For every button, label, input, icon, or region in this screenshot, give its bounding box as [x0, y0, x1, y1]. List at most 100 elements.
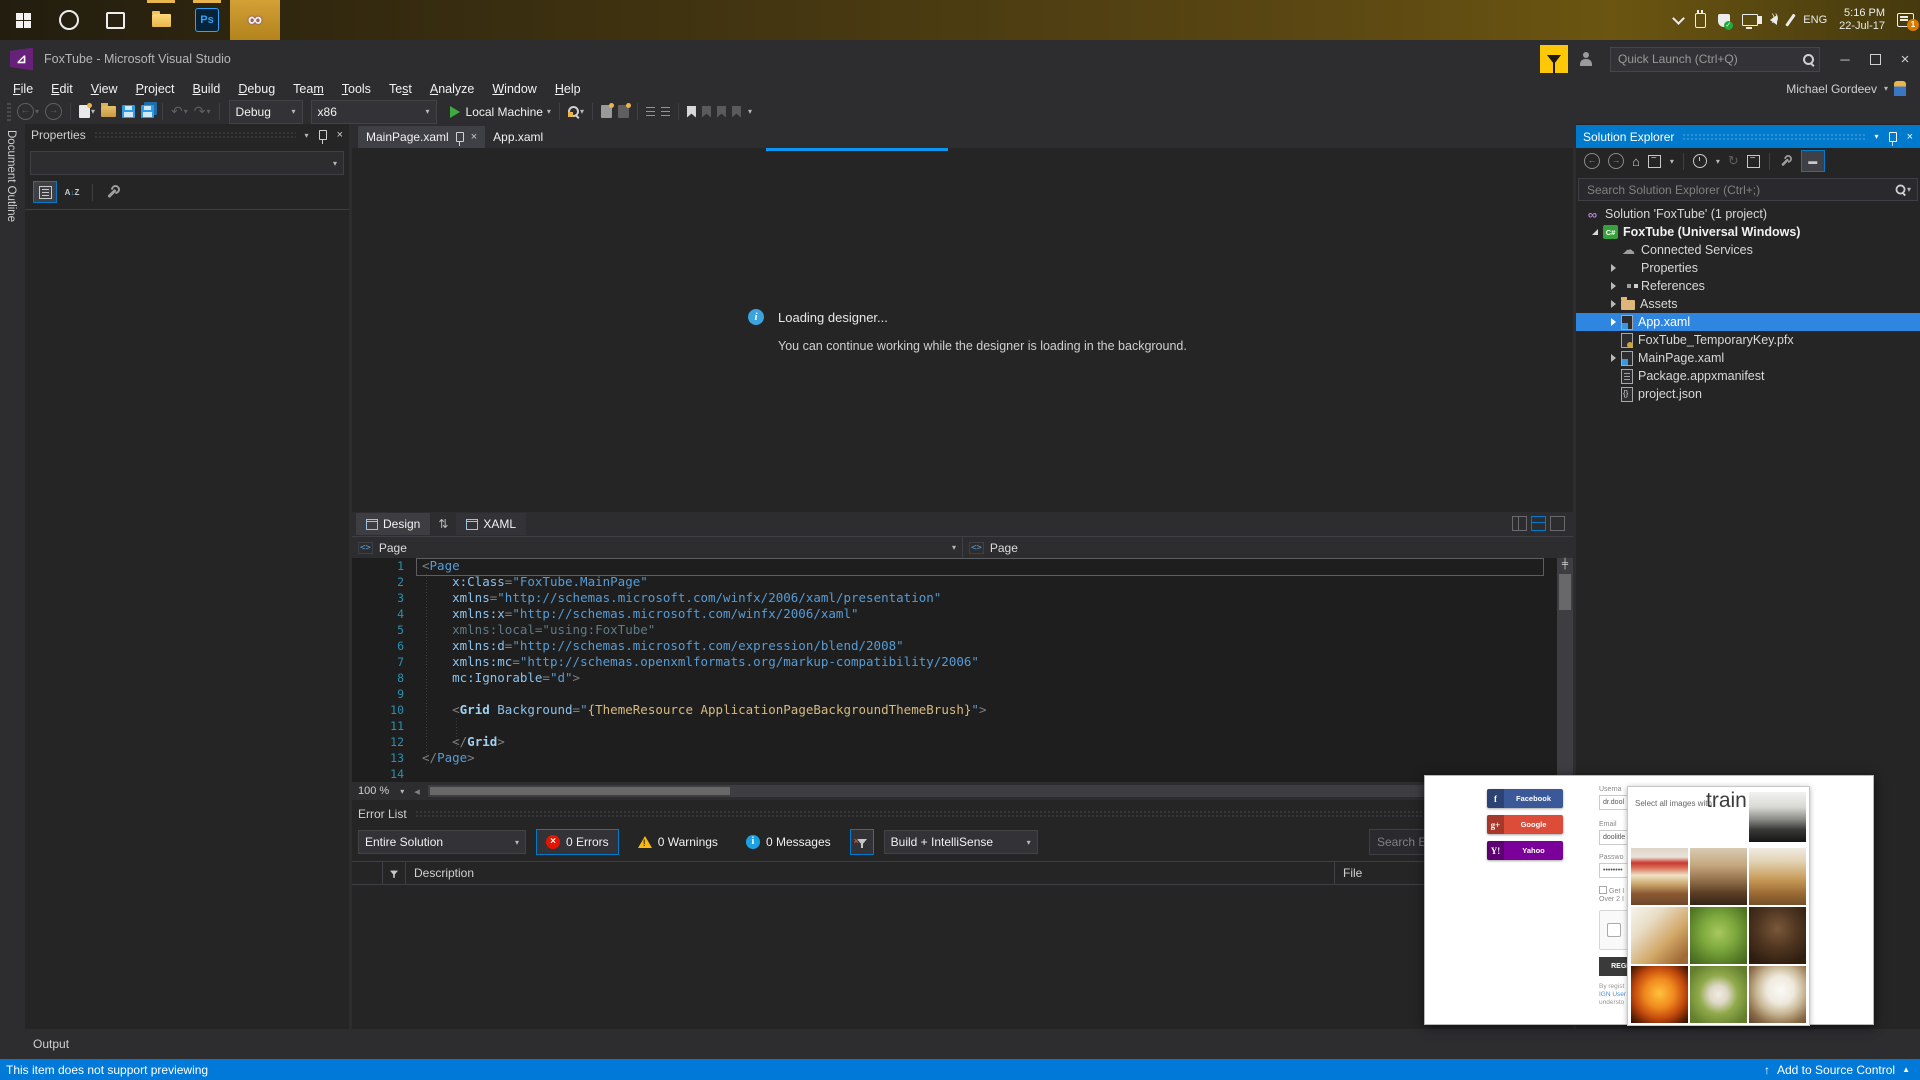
horizontal-scrollbar[interactable]: [427, 785, 1557, 797]
find-in-files-button[interactable]: ▾: [565, 101, 587, 123]
menu-test[interactable]: Test: [380, 80, 421, 98]
breadcrumb-left[interactable]: <> Page ▾: [352, 537, 962, 558]
pin-icon[interactable]: [455, 132, 464, 146]
toolbar-overflow[interactable]: ▾: [748, 107, 752, 116]
intellisense-filter-button[interactable]: [849, 829, 874, 855]
pin-icon[interactable]: [1888, 131, 1897, 146]
window-position-menu-icon[interactable]: ▾: [305, 131, 309, 140]
menu-team[interactable]: Team: [284, 80, 333, 98]
description-column-header[interactable]: Description: [406, 866, 1334, 880]
code-line-5[interactable]: 5 xmlns:local="using:FoxTube": [352, 622, 1573, 638]
previous-bookmark-button[interactable]: [699, 101, 714, 123]
language-indicator[interactable]: ENG: [1803, 14, 1827, 26]
properties-header[interactable]: Properties ▾ ×: [25, 124, 349, 146]
restore-button[interactable]: [1860, 46, 1890, 72]
code-line-3[interactable]: 3 xmlns = "http://schemas.microsoft.com/wi…: [352, 590, 1573, 606]
alphabetical-sort-button[interactable]: A↓Z: [61, 182, 83, 202]
selected-object-dropdown[interactable]: ▾: [30, 151, 344, 175]
facebook-login-button[interactable]: f Facebook: [1487, 789, 1563, 808]
hidden-icons-chevron[interactable]: [1671, 11, 1685, 25]
properties-icon[interactable]: [1780, 155, 1792, 167]
solution-explorer-search-input[interactable]: [1585, 181, 1895, 198]
preview-selected-items-button[interactable]: ▬: [1800, 150, 1825, 172]
expand-arrow-icon[interactable]: [1606, 318, 1620, 326]
navigate-to-button[interactable]: [598, 101, 615, 123]
action-center-icon[interactable]: 1: [1897, 13, 1919, 31]
pen-icon[interactable]: [1785, 13, 1796, 27]
back-button[interactable]: ←: [1584, 153, 1600, 169]
tree-item-foxtube-temporarykey-pfx[interactable]: FoxTube_TemporaryKey.pfx: [1576, 331, 1920, 349]
scope-dropdown[interactable]: Entire Solution ▾: [358, 830, 526, 854]
document-outline-rail[interactable]: Document Outline: [0, 124, 26, 1029]
scrollbar-thumb[interactable]: [1559, 574, 1571, 610]
captcha-tile-breakfast-plate[interactable]: [1631, 907, 1688, 964]
photoshop-button[interactable]: Ps: [184, 0, 230, 40]
home-icon[interactable]: ⌂: [1632, 154, 1640, 169]
swap-panes-icon[interactable]: ⇅: [438, 517, 448, 531]
output-tab[interactable]: Output: [33, 1037, 69, 1051]
code-line-7[interactable]: 7 xmlns:mc = "http://schemas.openxmlformat…: [352, 654, 1573, 670]
clear-bookmarks-button[interactable]: [729, 101, 744, 123]
pending-filter-caret[interactable]: ▾: [1716, 157, 1720, 166]
document-outline-tab[interactable]: Document Outline: [5, 130, 17, 222]
tree-item-references[interactable]: References: [1576, 277, 1920, 295]
cortana-button[interactable]: [46, 0, 92, 40]
sync-with-active-document-icon[interactable]: ↻: [1728, 153, 1739, 169]
new-file-button[interactable]: ▾: [76, 101, 98, 123]
window-position-menu-icon[interactable]: ▾: [1875, 132, 1879, 141]
switch-views-icon[interactable]: [1647, 153, 1661, 168]
menu-file[interactable]: File: [4, 80, 42, 98]
horizontal-split-button[interactable]: [1531, 516, 1546, 531]
menu-project[interactable]: Project: [127, 80, 184, 98]
network-icon[interactable]: [1741, 14, 1758, 29]
tree-item-properties[interactable]: Properties: [1576, 259, 1920, 277]
decrease-indent-button[interactable]: [643, 101, 658, 123]
zoom-level-dropdown[interactable]: 100 % ▾: [358, 785, 404, 797]
yahoo-login-button[interactable]: Y! Yahoo: [1487, 841, 1563, 860]
messages-filter-button[interactable]: i 0 Messages: [737, 830, 840, 854]
expand-arrow-icon[interactable]: [1606, 300, 1620, 308]
warnings-filter-button[interactable]: 0 Warnings: [629, 830, 727, 854]
code-line-14[interactable]: 14: [352, 766, 1573, 782]
captcha-tile-salad[interactable]: [1690, 907, 1747, 964]
expand-arrow-icon[interactable]: [1606, 264, 1620, 272]
tree-item-mainpage-xaml[interactable]: MainPage.xaml: [1576, 349, 1920, 367]
xaml-code-editor[interactable]: 1 < Page 2 x:Class = "FoxTube.MainPage" 3 xmln…: [352, 558, 1573, 782]
pin-icon[interactable]: [318, 130, 327, 144]
usb-icon[interactable]: [1694, 9, 1706, 28]
menu-tools[interactable]: Tools: [333, 80, 380, 98]
code-line-8[interactable]: 8 mc:Ignorable = "d" >: [352, 670, 1573, 686]
checkbox[interactable]: [1599, 886, 1607, 894]
visual-studio-taskbar-button[interactable]: ∞: [230, 0, 280, 40]
start-debugging-button[interactable]: Local Machine ▾: [447, 101, 554, 123]
collapse-arrow-icon[interactable]: [1588, 229, 1602, 235]
tree-item-assets[interactable]: Assets: [1576, 295, 1920, 313]
captcha-tile-glowing-bowl[interactable]: [1631, 966, 1688, 1023]
menu-view[interactable]: View: [82, 80, 127, 98]
xaml-view-tab[interactable]: XAML: [456, 513, 527, 535]
tree-item-solution-foxtube-1-project[interactable]: Solution 'FoxTube' (1 project): [1576, 205, 1920, 223]
pip-video-overlay[interactable]: f Facebook g+ Google Y! Yahoo Userna dr.dool …: [1424, 775, 1874, 1026]
toolbar-grip[interactable]: [7, 102, 11, 121]
menu-window[interactable]: Window: [483, 80, 545, 98]
save-button[interactable]: [119, 101, 138, 123]
clock[interactable]: 5:16 PM 22-Jul-17: [1839, 7, 1885, 33]
minimize-button[interactable]: ─: [1830, 46, 1860, 72]
code-line-10[interactable]: 10 < Grid Background = " {ThemeResource Appl…: [352, 702, 1573, 718]
captcha-tile-coffee-cup[interactable]: [1749, 966, 1806, 1023]
tree-item-foxtube-universal-windows[interactable]: FoxTube (Universal Windows): [1576, 223, 1920, 241]
optin-checkbox-row[interactable]: Get I: [1599, 886, 1624, 895]
expand-arrow-icon[interactable]: [1606, 282, 1620, 290]
tab-mainpage-xaml[interactable]: MainPage.xaml ×: [358, 126, 486, 148]
code-line-4[interactable]: 4 xmlns:x = "http://schemas.microsoft.com/…: [352, 606, 1573, 622]
collapse-all-icon[interactable]: [1746, 153, 1760, 168]
switch-views-caret[interactable]: ▾: [1670, 157, 1674, 166]
code-line-1[interactable]: 1 < Page: [352, 558, 1573, 574]
solution-explorer-header[interactable]: Solution Explorer ▾ ×: [1576, 125, 1920, 148]
close-icon[interactable]: ×: [471, 131, 477, 143]
increase-indent-button[interactable]: [658, 101, 673, 123]
navigate-forward-button[interactable]: →: [42, 101, 65, 123]
tree-item-package-appxmanifest[interactable]: Package.appxmanifest: [1576, 367, 1920, 385]
errors-filter-button[interactable]: × 0 Errors: [536, 829, 619, 855]
code-line-11[interactable]: 11: [352, 718, 1573, 734]
